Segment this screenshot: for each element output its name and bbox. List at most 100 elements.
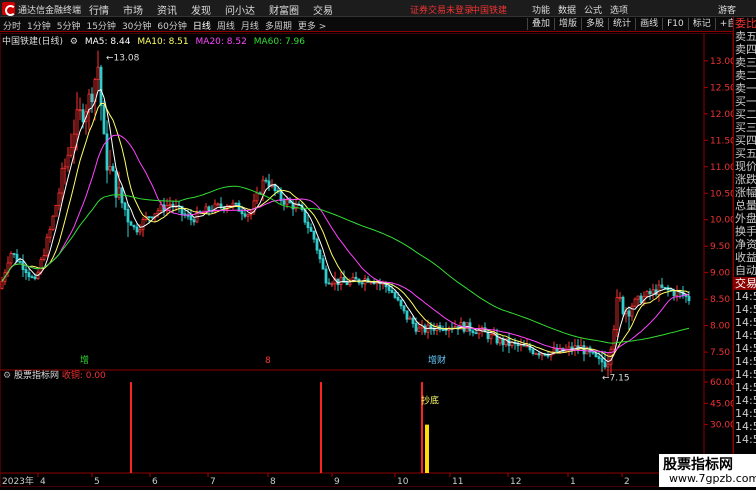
candle-body bbox=[315, 238, 319, 251]
candle-body bbox=[441, 329, 445, 331]
menu-functions[interactable]: 功能 bbox=[532, 3, 550, 16]
top-menu: 行情 市场 资讯 发现 问小达 财富圈 交易 bbox=[89, 2, 347, 17]
login-warning[interactable]: 证券交易未登录 bbox=[410, 3, 473, 16]
menu-trade[interactable]: 交易 bbox=[313, 2, 333, 17]
price-tick-label: 13.00 bbox=[710, 57, 733, 67]
indicator-tick-label: 30.00 bbox=[710, 421, 733, 431]
menu-market[interactable]: 市场 bbox=[123, 2, 143, 17]
menu-ask[interactable]: 问小达 bbox=[225, 2, 255, 17]
tab-15min[interactable]: 15分钟 bbox=[86, 19, 115, 32]
indicator-bar bbox=[130, 382, 132, 473]
time-axis-start: 2023年 bbox=[2, 475, 34, 487]
tab-60min[interactable]: 60分钟 bbox=[157, 19, 186, 32]
guest-label[interactable]: 游客 bbox=[718, 3, 736, 16]
ma10-line bbox=[1, 102, 690, 357]
candle-body bbox=[615, 297, 619, 330]
sidebar-item: 现价 bbox=[735, 160, 756, 173]
menu-options[interactable]: 选项 bbox=[610, 3, 628, 16]
candle-body bbox=[72, 133, 76, 149]
overlay-button[interactable]: 叠加 bbox=[527, 18, 554, 30]
chart-area[interactable]: 13.00 12.50 12.00 11.50 11.00 10.50 10.00 9.50 9… bbox=[0, 32, 736, 488]
tab-30min[interactable]: 30分钟 bbox=[122, 19, 151, 32]
time-tick-label: 2 bbox=[624, 477, 630, 487]
add-version-button[interactable]: 增版 bbox=[554, 18, 581, 30]
candle-body bbox=[444, 329, 448, 331]
candle-body bbox=[408, 317, 412, 320]
tab-multi-period[interactable]: 多周期 bbox=[265, 19, 292, 32]
tab-intraday[interactable]: 分时 bbox=[3, 19, 21, 32]
price-tick-label: 8.00 bbox=[710, 322, 730, 332]
sidebar-item: 14:56 bbox=[735, 433, 756, 446]
event-marker: 增 bbox=[80, 354, 89, 366]
candle-body bbox=[129, 221, 133, 226]
menu-quotes[interactable]: 行情 bbox=[89, 2, 109, 17]
low-label: ←7.15 bbox=[602, 374, 630, 384]
menu-discover[interactable]: 发现 bbox=[191, 2, 211, 17]
statistics-button[interactable]: 统计 bbox=[608, 18, 635, 30]
tab-daily[interactable]: 日线 bbox=[193, 19, 211, 32]
period-tabs: 分时 1分钟 5分钟 15分钟 30分钟 60分钟 日线 周线 月线 多周期 更… bbox=[3, 19, 332, 32]
tab-5min[interactable]: 5分钟 bbox=[57, 19, 81, 32]
candle-body bbox=[285, 199, 289, 205]
candle-body bbox=[639, 295, 643, 304]
candle-body bbox=[18, 261, 22, 263]
candle-body bbox=[612, 329, 616, 350]
tab-weekly[interactable]: 周线 bbox=[217, 19, 235, 32]
candle-body bbox=[51, 215, 55, 230]
candle-body bbox=[471, 330, 475, 334]
sidebar-item: 买三 bbox=[735, 121, 756, 134]
sidebar-item: 总量 bbox=[735, 199, 756, 212]
candle-body bbox=[261, 179, 265, 195]
tab-1min[interactable]: 1分钟 bbox=[27, 19, 51, 32]
candle-body bbox=[150, 216, 154, 219]
menu-wealth[interactable]: 财富圈 bbox=[269, 2, 299, 17]
indicator-value: 收铜: 0.00 bbox=[61, 371, 106, 381]
tab-more[interactable]: 更多 > bbox=[298, 19, 326, 32]
menu-formula[interactable]: 公式 bbox=[584, 3, 602, 16]
candle-body bbox=[597, 356, 601, 360]
sidebar-item: 净资 bbox=[735, 238, 756, 251]
candle-body bbox=[69, 147, 73, 156]
candle-body bbox=[687, 296, 691, 302]
candle-body bbox=[246, 214, 250, 217]
candle-body bbox=[339, 277, 343, 285]
menu-news[interactable]: 资讯 bbox=[157, 2, 177, 17]
tab-monthly[interactable]: 月线 bbox=[241, 19, 259, 32]
indicator-tick-label: 45.00 bbox=[710, 399, 733, 409]
candle-body bbox=[498, 338, 502, 344]
candle-body bbox=[630, 305, 634, 317]
candle-body bbox=[486, 331, 490, 340]
candle-body bbox=[474, 332, 478, 335]
candle-body bbox=[243, 213, 247, 217]
candle-body bbox=[309, 227, 313, 232]
candle-body bbox=[81, 109, 85, 123]
candle-body bbox=[267, 180, 271, 187]
candle-body bbox=[375, 282, 379, 285]
candle-body bbox=[432, 328, 436, 331]
draw-line-button[interactable]: 画线 bbox=[635, 18, 662, 30]
kline-chart[interactable]: 13.00 12.50 12.00 11.50 11.00 10.50 10.00 9.50 9… bbox=[0, 32, 736, 488]
multi-stock-button[interactable]: 多股 bbox=[581, 18, 608, 30]
watermark-url: www.7gpzb.com bbox=[669, 472, 756, 485]
time-tick-label: 10 bbox=[397, 477, 409, 487]
f10-button[interactable]: F10 bbox=[662, 18, 688, 30]
indicator-settings-icon[interactable]: ⚙ bbox=[3, 371, 11, 381]
candle-body bbox=[645, 291, 649, 297]
candle-body bbox=[138, 229, 142, 233]
indicator-bar bbox=[425, 424, 429, 473]
candle-body bbox=[219, 203, 223, 208]
sidebar-item: 涨幅 bbox=[735, 186, 756, 199]
sidebar-item: 卖一 bbox=[735, 82, 756, 95]
candle-body bbox=[33, 276, 37, 280]
time-tick-label: 12 bbox=[510, 477, 521, 487]
candle-body bbox=[189, 215, 193, 221]
candle-body bbox=[45, 236, 49, 256]
mark-button[interactable]: 标记 bbox=[687, 18, 715, 30]
candle-body bbox=[405, 310, 409, 320]
sidebar-item: 14:56 bbox=[735, 329, 756, 342]
candle-body bbox=[156, 210, 160, 215]
candle-body bbox=[603, 361, 607, 368]
candle-body bbox=[390, 289, 394, 293]
candle-body bbox=[393, 292, 397, 298]
menu-data[interactable]: 数据 bbox=[558, 3, 576, 16]
